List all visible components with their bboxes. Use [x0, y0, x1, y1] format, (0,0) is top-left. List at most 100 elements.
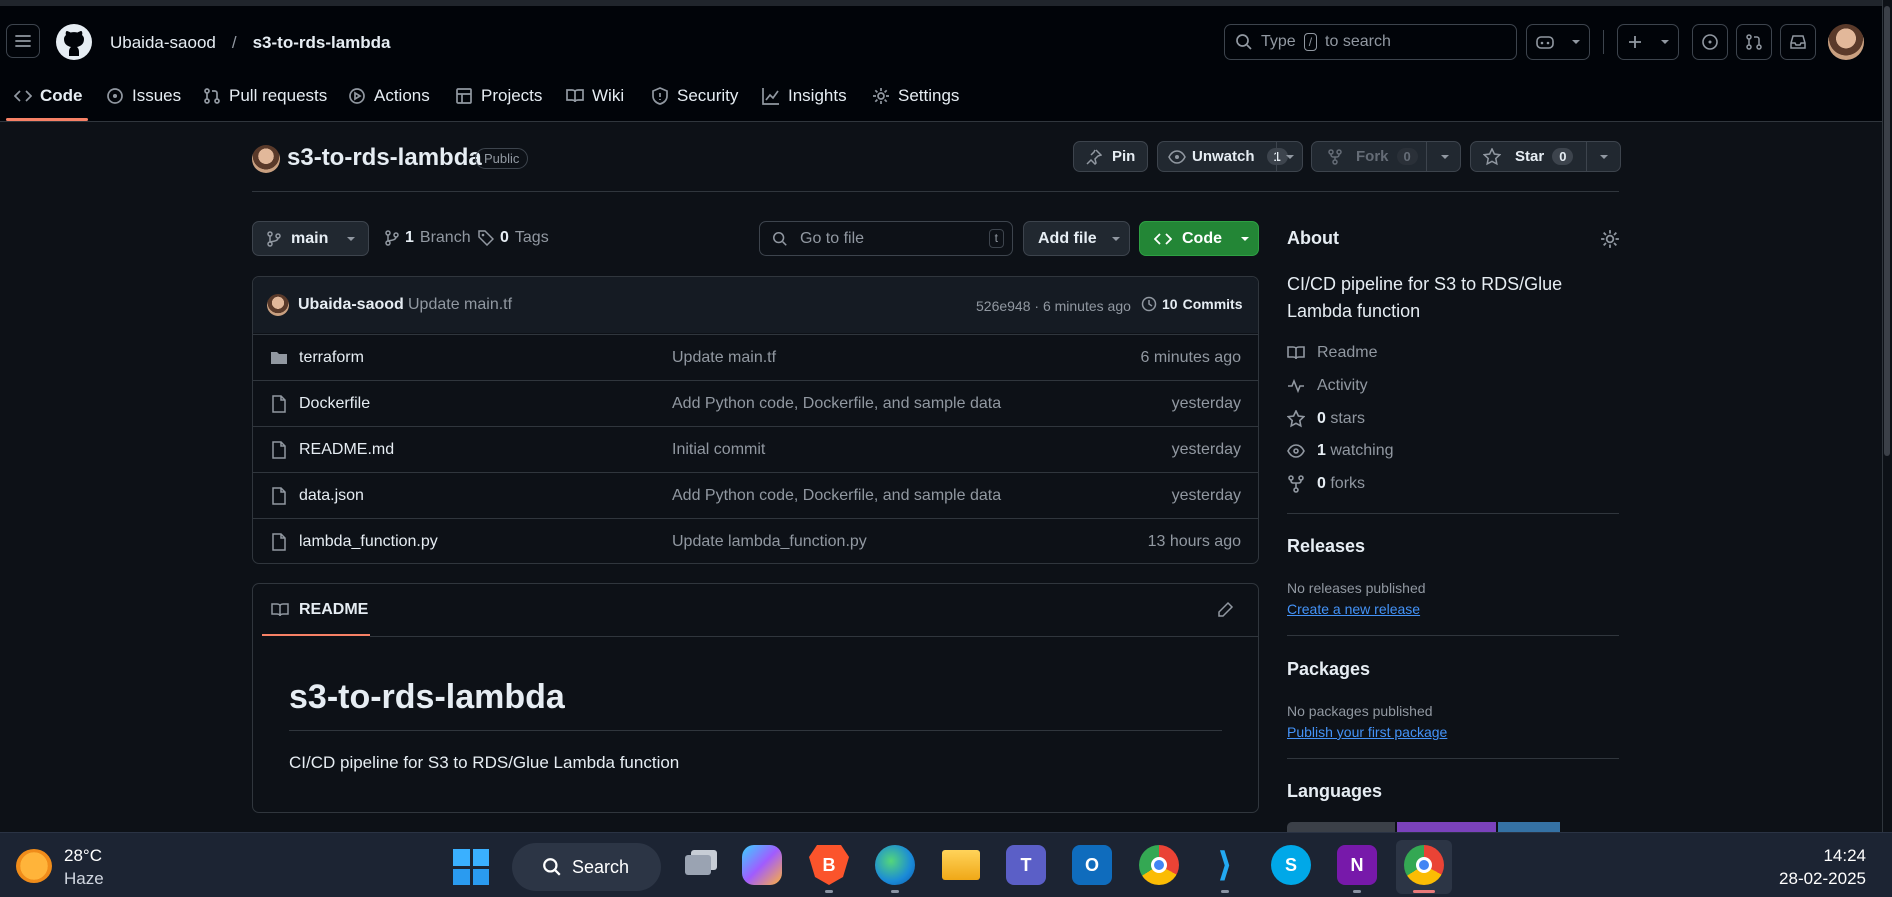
file-name[interactable]: terraform [299, 349, 364, 367]
task-view-icon[interactable] [678, 845, 718, 885]
about-readme-link[interactable]: Readme [1287, 344, 1377, 362]
branches-link[interactable]: 1 Branch [385, 229, 471, 247]
commit-meta[interactable]: 526e948 · 6 minutes ago [976, 298, 1131, 314]
menu-button[interactable] [6, 24, 40, 58]
page-scrollbar-thumb[interactable] [1884, 6, 1890, 456]
book-icon [271, 603, 289, 617]
tab-settings-label: Settings [898, 86, 960, 105]
chrome-profile-icon[interactable] [1404, 845, 1444, 885]
file-icon [272, 394, 286, 413]
fork-button[interactable]: Fork 0 [1311, 141, 1461, 172]
go-to-file-input[interactable]: Go to file t [759, 221, 1013, 256]
tab-issues[interactable]: Issues [106, 84, 181, 108]
global-search-input[interactable]: Type / to search [1224, 24, 1517, 60]
active-tab-indicator [6, 118, 88, 121]
taskbar-search[interactable]: Search [512, 843, 661, 891]
user-avatar[interactable] [1828, 24, 1864, 60]
file-commit-message[interactable]: Add Python code, Dockerfile, and sample … [672, 395, 1001, 413]
about-stars-link[interactable]: 0 stars [1287, 410, 1365, 428]
file-row-readme[interactable]: README.md Initial commit yesterday [252, 426, 1259, 472]
file-commit-message[interactable]: Add Python code, Dockerfile, and sample … [672, 487, 1001, 505]
file-time: 6 minutes ago [1140, 348, 1241, 366]
start-button[interactable] [453, 849, 489, 885]
copilot-button[interactable] [1526, 24, 1590, 60]
file-commit-message[interactable]: Update lambda_function.py [672, 533, 867, 551]
tab-insights[interactable]: Insights [762, 84, 847, 108]
clock-date[interactable]: 28-02-2025 [1779, 869, 1866, 889]
file-name[interactable]: data.json [299, 487, 364, 505]
start-tile [453, 868, 470, 885]
create-new-button[interactable] [1617, 24, 1679, 60]
weather-sun-icon[interactable] [16, 849, 52, 883]
file-row-lambda-function[interactable]: lambda_function.py Update lambda_functio… [252, 518, 1259, 564]
unwatch-button[interactable]: Unwatch 1 [1157, 141, 1303, 172]
chevron-down-icon [1241, 236, 1249, 241]
tab-security[interactable]: Security [651, 84, 738, 108]
vscode-icon[interactable]: ⟩ [1205, 845, 1245, 885]
breadcrumb-repo[interactable]: s3-to-rds-lambda [253, 33, 391, 53]
teams-icon[interactable]: T [1006, 845, 1046, 885]
github-logo-icon[interactable] [56, 24, 92, 60]
chrome-center [1416, 857, 1432, 873]
tab-settings[interactable]: Settings [872, 84, 959, 108]
weather-temperature[interactable]: 28°C [64, 846, 102, 866]
tab-projects[interactable]: Projects [455, 84, 542, 108]
tab-projects-label: Projects [481, 86, 543, 105]
commit-message[interactable]: Update main.tf [408, 296, 512, 314]
search-prefix: Type [1261, 33, 1296, 50]
about-watching-link[interactable]: 1 watching [1287, 442, 1394, 460]
outlook-icon[interactable]: O [1072, 845, 1112, 885]
edit-pencil-icon[interactable] [1216, 601, 1234, 619]
commits-link[interactable]: 10 Commits [1141, 296, 1242, 312]
repo-title[interactable]: s3-to-rds-lambda [287, 144, 482, 172]
file-row-dockerfile[interactable]: Dockerfile Add Python code, Dockerfile, … [252, 380, 1259, 426]
tab-pull-requests[interactable]: Pull requests [203, 84, 327, 108]
chevron-down-icon[interactable] [1599, 153, 1609, 161]
about-activity-link[interactable]: Activity [1287, 377, 1368, 395]
copilot-app-icon[interactable] [742, 845, 782, 885]
file-name[interactable]: Dockerfile [299, 395, 370, 413]
chevron-down-icon[interactable] [1285, 153, 1295, 161]
packages-heading[interactable]: Packages [1287, 659, 1370, 680]
pin-button[interactable]: Pin [1073, 141, 1148, 172]
file-explorer-icon[interactable] [941, 845, 981, 885]
readme-tab[interactable]: README [271, 601, 368, 619]
clock-time[interactable]: 14:24 [1823, 846, 1866, 866]
pull-requests-button[interactable] [1736, 24, 1772, 60]
issues-button[interactable] [1692, 24, 1728, 60]
search-key-hint: / [1303, 33, 1318, 51]
file-name[interactable]: README.md [299, 441, 394, 459]
edge-browser-icon[interactable] [875, 845, 915, 885]
add-file-button[interactable]: Add file [1023, 221, 1130, 256]
skype-icon[interactable]: S [1271, 845, 1311, 885]
tags-link[interactable]: 0 Tags [478, 229, 549, 247]
onenote-icon[interactable]: N [1337, 845, 1377, 885]
inbox-button[interactable] [1780, 24, 1816, 60]
chrome-icon[interactable] [1139, 845, 1179, 885]
publish-package-link[interactable]: Publish your first package [1287, 724, 1447, 740]
repo-header-divider [252, 191, 1619, 192]
commit-author[interactable]: Ubaida-saood [298, 296, 404, 314]
file-row-terraform[interactable]: terraform Update main.tf 6 minutes ago [252, 334, 1259, 380]
breadcrumb-owner[interactable]: Ubaida-saood [110, 33, 216, 53]
releases-heading[interactable]: Releases [1287, 536, 1365, 557]
code-button[interactable]: Code [1139, 221, 1259, 256]
file-icon [272, 440, 286, 459]
file-commit-message[interactable]: Initial commit [672, 441, 765, 459]
star-button[interactable]: Star 0 [1470, 141, 1621, 172]
create-release-link[interactable]: Create a new release [1287, 601, 1420, 617]
branch-selector[interactable]: main [252, 221, 369, 256]
forks-label: forks [1330, 475, 1366, 492]
about-forks-link[interactable]: 0 forks [1287, 475, 1365, 493]
star-dropdown-divider [1586, 142, 1587, 171]
file-name[interactable]: lambda_function.py [299, 533, 438, 551]
file-row-data-json[interactable]: data.json Add Python code, Dockerfile, a… [252, 472, 1259, 518]
pull-request-icon [1746, 34, 1762, 50]
tab-wiki[interactable]: Wiki [566, 84, 624, 108]
gear-icon[interactable] [1600, 229, 1620, 249]
chevron-down-icon[interactable] [1440, 153, 1450, 161]
tab-actions[interactable]: Actions [348, 84, 430, 108]
file-commit-message[interactable]: Update main.tf [672, 349, 776, 367]
tab-code[interactable]: Code [14, 84, 83, 108]
pin-icon [1086, 148, 1102, 165]
